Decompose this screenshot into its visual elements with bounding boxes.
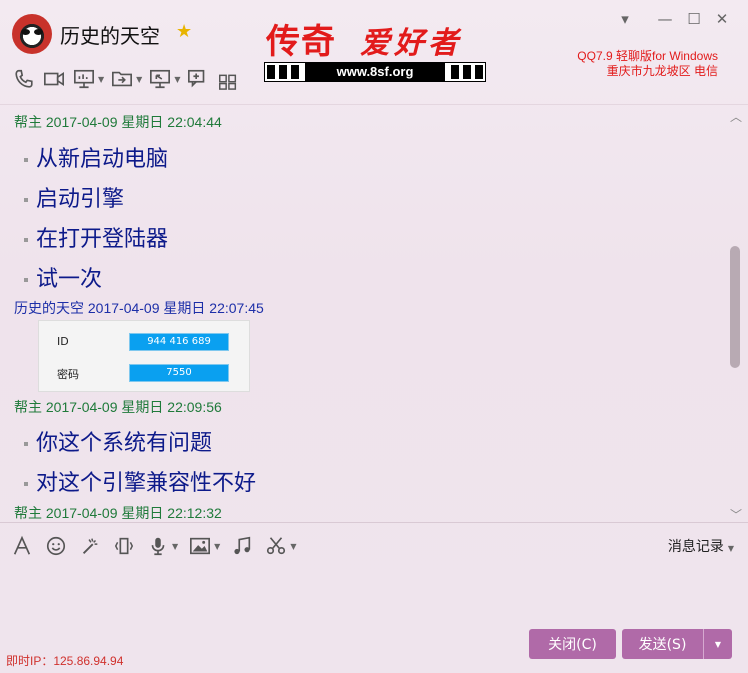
close-button[interactable]: 关闭(C) [529,629,616,659]
message-line: 试一次 [24,261,102,293]
apps-button[interactable] [216,66,240,92]
grid-icon [219,74,237,90]
message-line: 在打开登陆器 [24,221,168,253]
music-button[interactable] [230,533,254,559]
brand-watermark-sub: 爱好者 [360,26,462,61]
image-icon [190,537,211,555]
brand-watermark-main: 传奇 [266,22,336,62]
font-icon [13,535,31,555]
video-camera-icon [44,71,64,87]
smiley-icon [46,536,66,556]
scroll-up-icon[interactable]: ︿ [730,108,742,125]
scroll-down-icon[interactable]: ﹀ [730,506,742,523]
id-value: 944 416 689 [129,333,229,351]
magic-button[interactable] [78,533,102,559]
voice-call-button[interactable] [12,66,36,92]
password-label: 密码 [57,368,79,381]
shake-button[interactable] [112,533,136,559]
id-label: ID [57,335,69,348]
close-icon[interactable]: ✕ [712,10,732,28]
phone-icon [15,69,33,88]
magic-wand-icon [82,538,98,554]
screen-share-button[interactable]: ▼ [72,66,104,92]
maximize-icon[interactable]: ☐ [684,10,704,28]
send-button[interactable]: 发送(S) ▼ [622,629,732,659]
monitor-chart-icon [74,69,94,89]
chat-window: 历史的天空 ★ 传奇 爱好者 www.8sf.org QQ7.9 轻聊版for … [0,0,748,673]
music-note-icon [234,536,251,555]
video-call-button[interactable] [42,66,66,92]
chat-plus-icon [188,69,205,88]
message-history-button[interactable]: 消息记录 ▼ [668,536,734,556]
top-toolbar: ▼ ▼ ▼ [12,66,240,92]
minimize-icon[interactable]: — [655,10,675,28]
voice-message-button[interactable]: ▼ [146,533,178,559]
password-value: 7550 [129,364,229,382]
remote-assist-button[interactable]: ▼ [148,66,180,92]
screenshot-button[interactable]: ▼ [264,533,296,559]
input-toolbar: ▼ ▼ ▼ [10,533,296,559]
site-watermark: www.8sf.org [264,62,486,82]
star-icon[interactable]: ★ [176,21,192,42]
version-info: QQ7.9 轻聊版for Windows 重庆市九龙坡区 电信 [577,49,718,79]
microphone-icon [151,537,165,556]
emoji-button[interactable] [44,533,68,559]
message-header: 帮主 2017-04-09 星期日 22:09:56 [14,399,222,415]
message-line: 你这个系统有问题 [24,425,212,457]
folder-arrow-icon [112,71,133,87]
ip-status: 即时IP：125.86.94.94 [6,654,124,668]
message-header: 帮主 2017-04-09 星期日 22:04:44 [14,114,222,130]
site-url: www.8sf.org [305,63,445,81]
image-button[interactable]: ▼ [188,533,220,559]
version-line-1: QQ7.9 轻聊版for Windows [577,49,718,63]
version-line-2: 重庆市九龙坡区 电信 [606,64,718,78]
message-line: 启动引擎 [24,181,124,213]
send-options-dropdown[interactable]: ▼ [704,640,732,649]
contact-name[interactable]: 历史的天空 [60,20,160,49]
dropdown-icon[interactable]: ▾ [615,10,635,28]
add-chat-button[interactable] [186,66,210,92]
message-line: 从新启动电脑 [24,141,168,173]
message-header: 历史的天空 2017-04-09 星期日 22:07:45 [14,300,264,316]
send-label[interactable]: 发送(S) [622,634,703,654]
image-attachment[interactable]: ID 944 416 689 密码 7550 [38,320,250,392]
remote-desktop-icon [150,69,171,89]
file-transfer-button[interactable]: ▼ [110,66,142,92]
font-button[interactable] [10,533,34,559]
scissors-icon [267,537,286,555]
shake-icon [114,537,134,555]
message-header: 帮主 2017-04-09 星期日 22:12:32 [14,505,222,521]
chat-scrollbar[interactable] [730,246,740,368]
message-line: 对这个引擎兼容性不好 [24,465,256,497]
contact-avatar[interactable] [12,14,52,54]
